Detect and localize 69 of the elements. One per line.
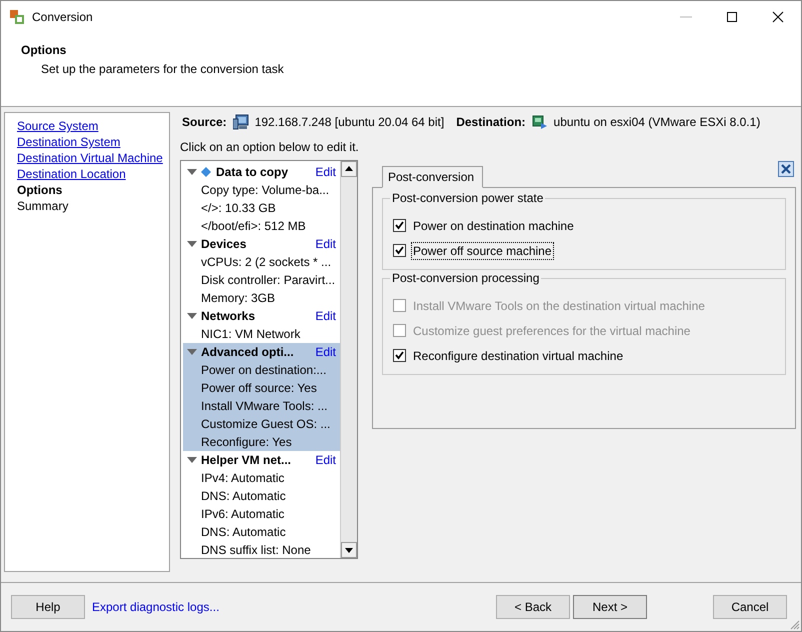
server-icon — [532, 114, 548, 130]
scroll-down-icon — [341, 542, 357, 558]
checkbox-label[interactable]: Power on destination machine — [411, 216, 576, 234]
cancel-button[interactable]: Cancel — [713, 595, 787, 619]
tab[interactable]: Post-conversion — [382, 166, 484, 188]
section-title[interactable]: Devices — [201, 237, 316, 251]
export-logs-link[interactable]: Export diagnostic logs... — [92, 600, 220, 614]
option-value: </boot/efi>: 512 MB — [200, 218, 307, 235]
section-title[interactable]: Helper VM net... — [201, 453, 316, 467]
step-link[interactable]: Summary — [17, 198, 169, 214]
section-title[interactable]: Data to copy — [216, 165, 316, 179]
page-title: Options — [21, 43, 68, 57]
next-button[interactable]: Next > — [573, 595, 647, 619]
check-icon — [395, 246, 404, 255]
edit-link[interactable]: Edit — [315, 453, 336, 467]
option-value: Power off source: Yes — [200, 380, 318, 397]
option-value: Power on destination:... — [200, 362, 328, 379]
scroll-up-icon — [341, 161, 357, 177]
help-button[interactable]: Help — [11, 595, 85, 619]
checkbox-label[interactable]: Reconfigure destination virtual machine — [411, 346, 626, 364]
option-value: </>: 10.33 GB — [200, 200, 277, 217]
edit-link[interactable]: Edit — [315, 309, 336, 323]
source-value: 192.168.7.248 [ubuntu 20.04 64 bit] — [254, 115, 444, 129]
app-icon — [9, 8, 25, 24]
option-value: DNS: Automatic — [200, 524, 287, 541]
checkbox[interactable] — [393, 219, 406, 232]
destination-value: ubuntu on esxi04 (VMware ESXi 8.0.1) — [554, 115, 760, 129]
group-title: Post-conversion processing — [390, 271, 542, 285]
resize-grip-icon — [790, 620, 800, 630]
option-value: DNS suffix list: None — [200, 542, 312, 559]
page-subtitle: Set up the parameters for the conversion task — [41, 62, 285, 76]
vertical-scrollbar[interactable] — [340, 161, 357, 558]
section-title[interactable]: Advanced opti... — [201, 345, 316, 359]
computer-icon — [232, 114, 249, 130]
option-value: Reconfigure: Yes — [200, 434, 293, 451]
option-value: DNS: Automatic — [200, 488, 287, 505]
option-value: IPv6: Automatic — [200, 506, 286, 523]
maximize-icon — [726, 10, 738, 22]
option-value: vCPUs: 2 (2 sockets * ... — [200, 254, 332, 271]
source-label: Source: — [182, 115, 227, 129]
step-link[interactable]: Options — [17, 182, 169, 198]
step-link[interactable]: Destination Location — [17, 166, 169, 182]
option-value: IPv4: Automatic — [200, 470, 286, 487]
checkbox-label[interactable]: Power off source machine — [411, 242, 554, 260]
back-button[interactable]: < Back — [496, 595, 570, 619]
edit-link[interactable]: Edit — [315, 237, 336, 251]
step-link[interactable]: Destination System — [17, 134, 169, 150]
group-title: Post-conversion power state — [390, 191, 546, 205]
step-link[interactable]: Destination Virtual Machine — [17, 150, 169, 166]
window-title: Conversion — [32, 10, 93, 24]
option-value: Disk controller: Paravirt... — [200, 272, 336, 289]
instruction-text: Click on an option below to edit it. — [180, 140, 360, 156]
section-title[interactable]: Networks — [201, 309, 316, 323]
edit-link[interactable]: Edit — [315, 165, 336, 179]
option-value: Install VMware Tools: ... — [200, 398, 328, 415]
step-link[interactable]: Source System — [17, 118, 169, 134]
diamond-icon — [201, 167, 211, 177]
checkbox[interactable] — [393, 244, 406, 257]
check-icon — [395, 221, 404, 230]
check-icon — [395, 351, 404, 360]
edit-link[interactable]: Edit — [315, 345, 336, 359]
option-value: Customize Guest OS: ... — [200, 416, 332, 433]
option-value: NIC1: VM Network — [200, 326, 302, 343]
destination-label: Destination: — [456, 115, 526, 129]
close-icon — [772, 10, 784, 22]
checkbox[interactable] — [393, 349, 406, 362]
option-value: Copy type: Volume-ba... — [200, 182, 330, 199]
close-icon[interactable] — [778, 161, 794, 177]
option-value: Memory: 3GB — [200, 290, 276, 307]
